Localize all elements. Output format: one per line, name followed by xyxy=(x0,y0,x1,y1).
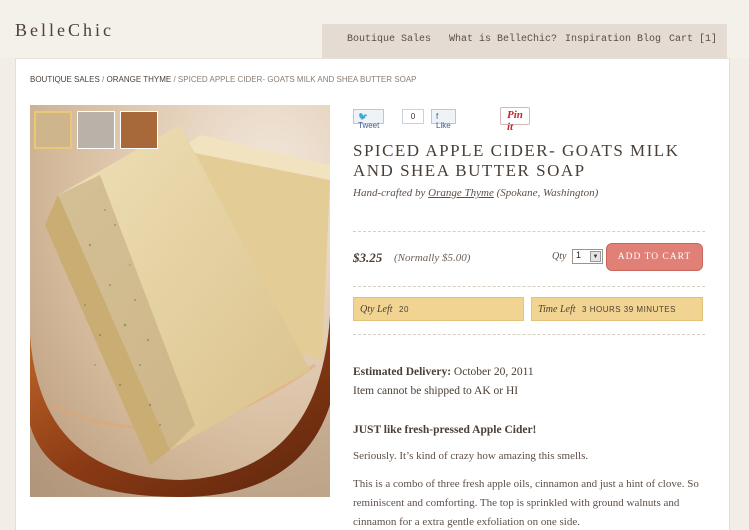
maker-link[interactable]: Orange Thyme xyxy=(428,187,494,199)
qty-label: Qty xyxy=(552,251,567,262)
product-panel: Boutique Sales / Orange Thyme / Spiced A… xyxy=(15,58,730,530)
pinterest-pin-button[interactable]: Pin it xyxy=(500,107,530,133)
thumbnail-1[interactable] xyxy=(34,111,72,149)
nav-inspiration-blog[interactable]: Inspiration Blog xyxy=(565,34,661,45)
breadcrumb: Boutique Sales / Orange Thyme / Spiced A… xyxy=(30,75,417,84)
normal-price: (Normally $5.00) xyxy=(394,252,471,264)
add-to-cart-button[interactable]: Add to cart xyxy=(606,243,703,271)
divider xyxy=(353,334,705,335)
shipping-restriction: Item cannot be shipped to AK or HI xyxy=(353,385,519,397)
qty-select[interactable]: 1 ▼ xyxy=(572,249,603,264)
description-headline: JUST like fresh-pressed Apple Cider! xyxy=(353,424,537,436)
twitter-icon: 🐦 xyxy=(358,112,368,121)
estimated-delivery: Estimated Delivery: October 20, 2011 xyxy=(353,366,534,378)
product-photo xyxy=(30,105,330,497)
facebook-like-button[interactable]: f Like xyxy=(431,109,456,130)
product-title: Spiced Apple Cider- Goats Milk and Shea … xyxy=(353,141,680,180)
product-maker: Hand-crafted by Orange Thyme (Spokane, W… xyxy=(353,187,599,199)
nav-what-is-bellechic[interactable]: What is BelleChic? xyxy=(449,34,557,45)
tweet-button[interactable]: 🐦Tweet xyxy=(353,109,385,130)
soap-photo-illustration xyxy=(30,105,330,497)
nav-cart[interactable]: Cart [1] xyxy=(669,34,717,45)
time-left-box: Time Left 3 Hours 39 Minutes xyxy=(531,297,703,321)
dropdown-arrow-icon[interactable]: ▼ xyxy=(590,251,601,262)
description-paragraph: Seriously. It’s kind of crazy how amazin… xyxy=(353,450,589,462)
description-paragraph: This is a combo of three fresh apple oil… xyxy=(353,478,699,528)
thumbnail-3[interactable] xyxy=(120,111,158,149)
main-nav: Boutique Sales What is BelleChic? Inspir… xyxy=(322,24,727,58)
breadcrumb-boutique-sales[interactable]: Boutique Sales xyxy=(30,75,100,84)
facebook-like-icon: f xyxy=(436,112,439,121)
tweet-count: 0 xyxy=(402,109,424,124)
divider xyxy=(353,286,705,287)
site-header: BelleChic Boutique Sales What is BelleCh… xyxy=(0,0,749,58)
qty-left-box: Qty Left 20 xyxy=(353,297,524,321)
sale-price: $3.25 xyxy=(353,250,383,265)
divider xyxy=(353,231,705,232)
site-logo[interactable]: BelleChic xyxy=(15,20,114,41)
breadcrumb-current: Spiced Apple Cider- Goats Milk and Shea … xyxy=(177,75,417,84)
breadcrumb-orange-thyme[interactable]: Orange Thyme xyxy=(106,75,171,84)
thumbnail-2[interactable] xyxy=(77,111,115,149)
nav-boutique-sales[interactable]: Boutique Sales xyxy=(347,34,431,45)
